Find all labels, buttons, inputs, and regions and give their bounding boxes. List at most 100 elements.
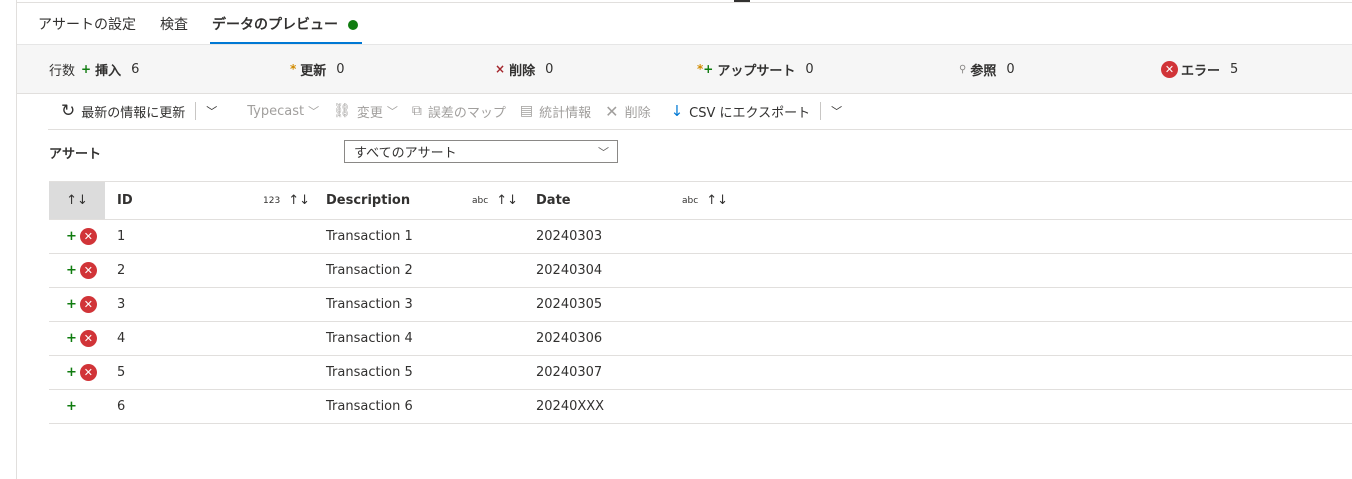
statistics-icon: ▤ (519, 103, 534, 119)
cell-id: 3 (117, 297, 126, 312)
table-row[interactable]: + ✕ 5 Transaction 5 20240307 (49, 356, 1352, 390)
cell-id: 4 (117, 331, 126, 346)
stat-update: * 更新 0 (290, 45, 345, 93)
download-arrow-icon: ↓ (670, 102, 684, 120)
stat-lookup-value: 0 (1006, 61, 1015, 77)
tab-bar: アサートの設定 検査 データのプレビュー (38, 6, 382, 44)
column-description-label: Description (326, 193, 411, 208)
column-id-label: ID (117, 193, 133, 208)
stat-error-value: 5 (1230, 61, 1239, 77)
column-date-type-sort: abc ↑↓ (682, 182, 728, 219)
cell-id: 5 (117, 365, 126, 380)
lookup-search-icon: ⚲ (959, 63, 967, 75)
tab-data-preview[interactable]: データのプレビュー (210, 6, 362, 44)
sort-icon[interactable]: ↑↓ (496, 193, 518, 208)
statistics-label: 統計情報 (539, 105, 592, 121)
column-header-description[interactable]: Description (326, 182, 410, 219)
row-status-icons: + ✕ (66, 288, 97, 321)
stat-upsert-label: アップサート (717, 63, 796, 79)
export-csv-label: CSV にエクスポート (689, 105, 811, 121)
tab-inspect[interactable]: 検査 (160, 6, 188, 44)
stat-lookup-label: 参照 (970, 63, 997, 79)
remove-x-icon: ✕ (605, 101, 619, 121)
table-body: + ✕ 1 Transaction 1 20240303 + ✕ 2 Transaction 2… (49, 220, 1352, 424)
stat-error: ✕ エラー 5 (1161, 45, 1238, 93)
column-header-id[interactable]: ID (117, 182, 133, 219)
table-row[interactable]: + ✕ 1 Transaction 1 20240303 (49, 220, 1352, 254)
cell-date: 20240306 (536, 331, 603, 346)
error-circle-icon[interactable]: ✕ (79, 330, 97, 347)
stat-lookup: ⚲ 参照 0 (959, 45, 1015, 93)
insert-plus-icon: + (66, 229, 77, 244)
sort-icon[interactable]: ↑↓ (706, 193, 728, 208)
modify-button[interactable]: ⛓ 変更 ﹀ (333, 102, 398, 121)
stat-update-label: 更新 (300, 63, 327, 79)
stat-error-label: エラー (1181, 63, 1221, 79)
modify-label: 変更 (356, 105, 383, 121)
stat-rows-label: 行数 (49, 63, 76, 79)
remove-button[interactable]: ✕ 削除 (605, 102, 650, 121)
column-date-label: Date (536, 193, 571, 208)
assert-filter-value: すべてのアサート (354, 146, 457, 161)
tab-assert-settings[interactable]: アサートの設定 (38, 6, 136, 44)
stat-delete-label: 削除 (509, 63, 536, 79)
cell-description: Transaction 2 (326, 263, 413, 278)
row-sort-icon[interactable]: ↑↓ (49, 182, 105, 219)
assert-filter-select[interactable]: すべてのアサート ﹀ (344, 140, 618, 163)
resize-handle[interactable] (734, 0, 750, 2)
table-row[interactable]: + ✕ 2 Transaction 2 20240304 (49, 254, 1352, 288)
statistics-button[interactable]: ▤ 統計情報 (520, 102, 591, 121)
column-header-date[interactable]: Date (536, 182, 571, 219)
status-dot-icon (348, 20, 358, 30)
chevron-down-icon: ﹀ (598, 146, 609, 159)
cell-date: 20240307 (536, 365, 603, 380)
map-icon: ⧉ (411, 103, 422, 119)
error-circle-icon[interactable]: ✕ (79, 228, 97, 245)
stat-rows-insert: 行数 + 挿入 6 (49, 45, 139, 93)
cell-date: 20240304 (536, 263, 603, 278)
error-circle-icon[interactable]: ✕ (79, 296, 97, 313)
cell-description: Transaction 3 (326, 297, 413, 312)
insert-plus-icon: + (66, 399, 77, 414)
export-csv-button[interactable]: ↓ CSV にエクスポート (671, 102, 811, 121)
modify-icon: ⛓ (333, 103, 351, 119)
row-status-icons: + ✕ (66, 322, 97, 355)
refresh-dropdown-chevron-icon[interactable]: ﹀ (206, 103, 217, 119)
column-id-type-sort: 123 ↑↓ (263, 182, 310, 219)
table-row[interactable]: +6 Transaction 6 20240XXX (49, 390, 1352, 424)
stat-update-value: 0 (336, 61, 345, 77)
row-status-icons: + ✕ (66, 220, 97, 253)
error-circle-icon[interactable]: ✕ (79, 364, 97, 381)
insert-plus-icon: + (66, 365, 77, 380)
stat-upsert-value: 0 (805, 61, 814, 77)
stat-upsert: *+ アップサート 0 (697, 45, 814, 93)
row-status-icons: + (66, 390, 80, 423)
toolbar-divider-2 (820, 102, 822, 120)
cell-date: 20240303 (536, 229, 603, 244)
insert-plus-icon: + (66, 297, 77, 312)
export-dropdown-chevron-icon[interactable]: ﹀ (831, 103, 842, 119)
error-map-label: 誤差のマップ (427, 105, 506, 121)
typecast-button[interactable]: Typecast ﹀ (247, 103, 319, 119)
cell-id: 2 (117, 263, 126, 278)
tab-data-preview-label: データのプレビュー (212, 17, 338, 33)
row-stats-bar: 行数 + 挿入 6 * 更新 0 × 削除 0 *+ アップサート 0 ⚲ 参照… (17, 44, 1352, 94)
error-map-button[interactable]: ⧉ 誤差のマップ (412, 102, 506, 121)
toolbar: ↻ 最新の情報に更新 ﹀ Typecast ﹀ ⛓ 変更 ﹀ ⧉ 誤差のマップ … (48, 93, 1352, 130)
stat-delete-value: 0 (545, 61, 554, 77)
typecast-chevron-icon: ﹀ (308, 105, 320, 118)
row-status-icons: + ✕ (66, 254, 97, 287)
update-asterisk-icon: * (290, 62, 297, 76)
refresh-button[interactable]: ↻ 最新の情報に更新 (61, 101, 185, 121)
cell-date: 20240305 (536, 297, 603, 312)
refresh-label: 最新の情報に更新 (81, 105, 186, 121)
table-row[interactable]: + ✕ 4 Transaction 4 20240306 (49, 322, 1352, 356)
cell-description: Transaction 4 (326, 331, 413, 346)
top-border (17, 2, 1352, 3)
sort-icon[interactable]: ↑↓ (288, 193, 310, 208)
stat-insert-value: 6 (131, 61, 140, 77)
error-circle-icon[interactable]: ✕ (79, 262, 97, 279)
table-row[interactable]: + ✕ 3 Transaction 3 20240305 (49, 288, 1352, 322)
insert-plus-icon: + (81, 62, 92, 76)
stat-delete: × 削除 0 (495, 45, 553, 93)
